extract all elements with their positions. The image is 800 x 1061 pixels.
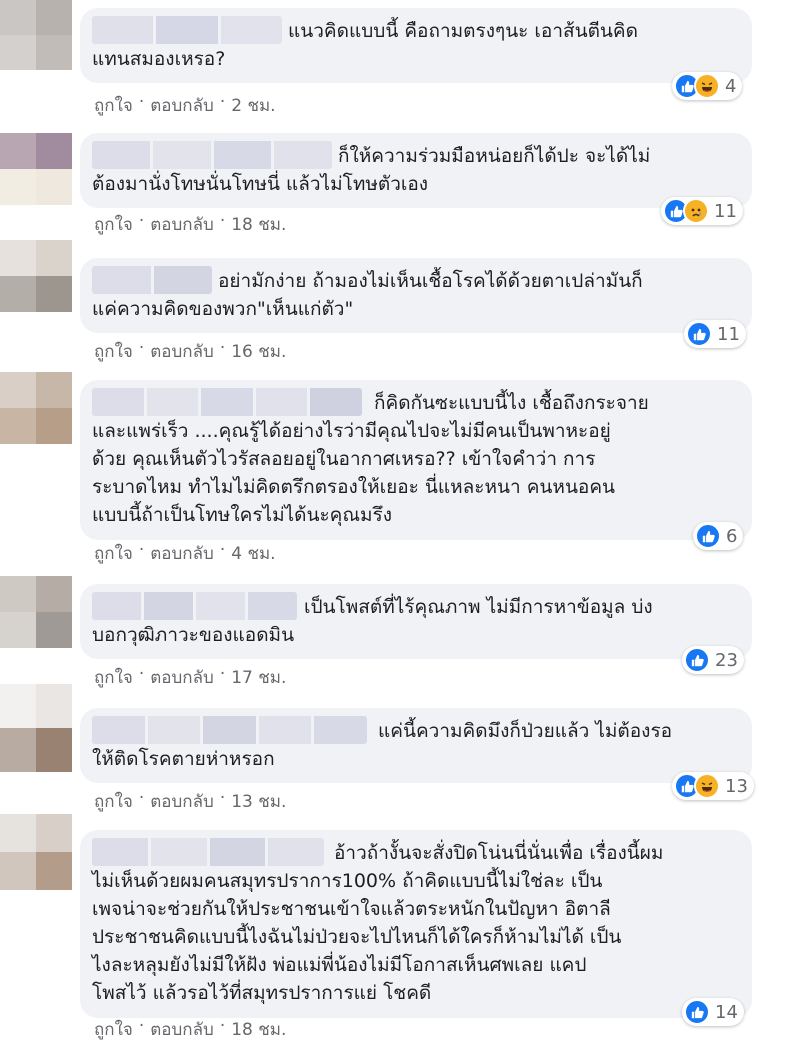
like-icon — [684, 647, 710, 673]
avatar[interactable] — [0, 0, 72, 70]
reaction-count: 23 — [715, 649, 738, 671]
separator: · — [138, 211, 145, 231]
separator: · — [219, 211, 226, 231]
reaction-count: 11 — [717, 323, 740, 345]
comment-bubble: ก็คิดกันซะแบบนี้ไง เชื้อถึงกระจาย และแพร… — [80, 380, 752, 540]
comment-actions: ถูกใจ · ตอบกลับ · 17 ชม. — [94, 664, 286, 691]
reaction-summary[interactable]: 11 — [684, 320, 746, 348]
comment-text: แค่นี้ความคิดมึงก็ป่วยแล้ว ไม่ต้องรอ ให้… — [92, 720, 673, 770]
comment-actions: ถูกใจ · ตอบกลับ · 2 ชม. — [94, 92, 276, 119]
avatar[interactable] — [0, 240, 72, 312]
separator: · — [219, 540, 226, 560]
reaction-summary[interactable]: 13 — [672, 772, 754, 800]
like-link[interactable]: ถูกใจ — [94, 211, 133, 238]
separator: · — [219, 1016, 226, 1036]
reply-link[interactable]: ตอบกลับ — [150, 92, 214, 119]
reaction-summary[interactable]: 11 — [661, 197, 743, 225]
reaction-count: 4 — [725, 75, 737, 97]
reaction-count: 13 — [725, 775, 748, 797]
reply-link[interactable]: ตอบกลับ — [150, 338, 214, 365]
like-icon — [686, 321, 712, 347]
avatar[interactable] — [0, 814, 72, 890]
comment-actions: ถูกใจ · ตอบกลับ · 18 ชม. — [94, 211, 286, 238]
reply-link[interactable]: ตอบกลับ — [150, 1016, 214, 1043]
sad-icon — [683, 198, 709, 224]
reply-link[interactable]: ตอบกลับ — [150, 540, 214, 567]
comment-bubble: อย่ามักง่าย ถ้ามองไม่เห็นเชื้อโรคได้ด้วย… — [80, 258, 752, 333]
timestamp[interactable]: 2 ชม. — [231, 92, 275, 119]
comment-actions: ถูกใจ · ตอบกลับ · 4 ชม. — [94, 540, 276, 567]
reaction-count: 14 — [715, 1001, 738, 1023]
separator: · — [219, 92, 226, 112]
comment-text: อย่ามักง่าย ถ้ามองไม่เห็นเชื้อโรคได้ด้วย… — [92, 270, 643, 320]
separator: · — [138, 540, 145, 560]
comment-bubble: อ้าวถ้างั้นจะสั่งปิดโน่นนี่นั่นเพื่อ เรื… — [80, 830, 752, 1018]
comment-bubble: แนวคิดแบบนี้ คือถามตรงๆนะ เอาส้นตีนคิด แ… — [80, 8, 752, 83]
avatar[interactable] — [0, 684, 72, 772]
timestamp[interactable]: 18 ชม. — [231, 1016, 286, 1043]
like-link[interactable]: ถูกใจ — [94, 1016, 133, 1043]
comment-text: อ้าวถ้างั้นจะสั่งปิดโน่นนี่นั่นเพื่อ เรื… — [92, 842, 664, 1004]
haha-icon — [694, 73, 720, 99]
like-icon — [684, 999, 710, 1025]
reaction-count: 11 — [714, 200, 737, 222]
separator: · — [138, 92, 145, 112]
comment-text: ก็ให้ความร่วมมือหน่อยก็ได้ปะ จะได้ไม่ ต้… — [92, 145, 651, 195]
like-link[interactable]: ถูกใจ — [94, 92, 133, 119]
reply-link[interactable]: ตอบกลับ — [150, 211, 214, 238]
like-link[interactable]: ถูกใจ — [94, 338, 133, 365]
reaction-summary[interactable]: 6 — [693, 522, 744, 550]
separator: · — [219, 664, 226, 684]
timestamp[interactable]: 16 ชม. — [231, 338, 286, 365]
comment-text: แนวคิดแบบนี้ คือถามตรงๆนะ เอาส้นตีนคิด แ… — [92, 20, 638, 70]
like-icon — [695, 523, 721, 549]
comment-bubble: แค่นี้ความคิดมึงก็ป่วยแล้ว ไม่ต้องรอ ให้… — [80, 708, 752, 783]
reaction-count: 6 — [726, 525, 738, 547]
comment-actions: ถูกใจ · ตอบกลับ · 18 ชม. — [94, 1016, 286, 1043]
like-link[interactable]: ถูกใจ — [94, 788, 133, 815]
separator: · — [219, 788, 226, 808]
reply-link[interactable]: ตอบกลับ — [150, 788, 214, 815]
avatar[interactable] — [0, 576, 72, 648]
haha-icon — [694, 773, 720, 799]
separator: · — [138, 1016, 145, 1036]
avatar[interactable] — [0, 133, 72, 205]
comment-bubble: ก็ให้ความร่วมมือหน่อยก็ได้ปะ จะได้ไม่ ต้… — [80, 133, 752, 208]
avatar[interactable] — [0, 372, 72, 444]
timestamp[interactable]: 4 ชม. — [231, 540, 275, 567]
reply-link[interactable]: ตอบกลับ — [150, 664, 214, 691]
like-link[interactable]: ถูกใจ — [94, 664, 133, 691]
like-link[interactable]: ถูกใจ — [94, 540, 133, 567]
separator: · — [138, 788, 145, 808]
comment-actions: ถูกใจ · ตอบกลับ · 13 ชม. — [94, 788, 286, 815]
reaction-summary[interactable]: 23 — [682, 646, 744, 674]
separator: · — [219, 338, 226, 358]
comment-actions: ถูกใจ · ตอบกลับ · 16 ชม. — [94, 338, 286, 365]
reaction-summary[interactable]: 14 — [682, 998, 744, 1026]
timestamp[interactable]: 18 ชม. — [231, 211, 286, 238]
comment-text: เป็นโพสต์ที่ไร้คุณภาพ ไม่มีการหาข้อมูล บ… — [92, 596, 653, 646]
separator: · — [138, 338, 145, 358]
comment-bubble: เป็นโพสต์ที่ไร้คุณภาพ ไม่มีการหาข้อมูล บ… — [80, 584, 752, 659]
reaction-summary[interactable]: 4 — [672, 72, 743, 100]
timestamp[interactable]: 13 ชม. — [231, 788, 286, 815]
separator: · — [138, 664, 145, 684]
timestamp[interactable]: 17 ชม. — [231, 664, 286, 691]
comment-text: ก็คิดกันซะแบบนี้ไง เชื้อถึงกระจาย และแพร… — [92, 392, 649, 526]
